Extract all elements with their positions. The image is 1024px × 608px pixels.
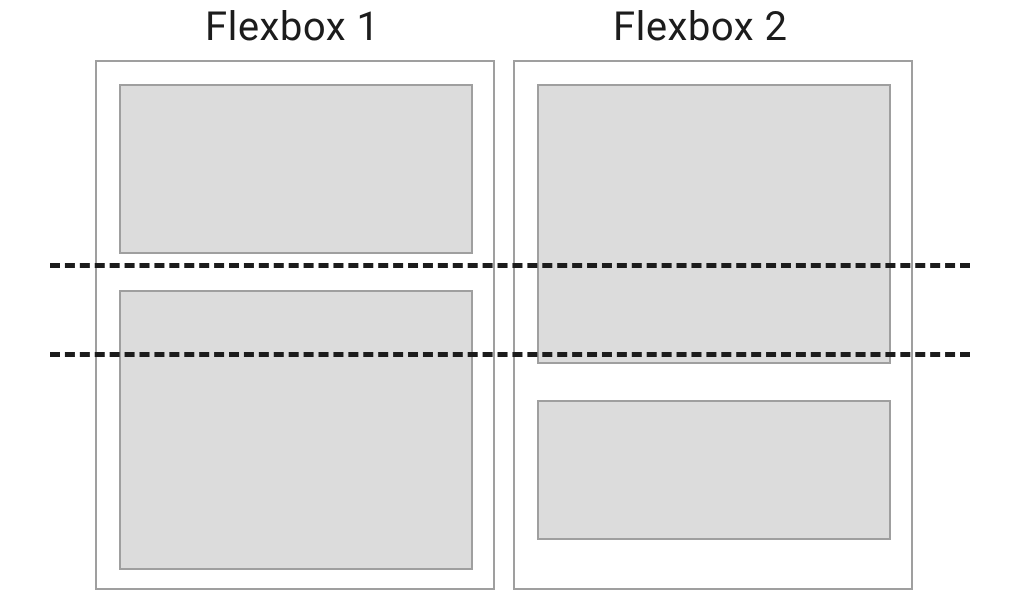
flexbox-2-title: Flexbox 2 bbox=[613, 3, 788, 50]
flexbox-2-item-top bbox=[537, 84, 891, 364]
flexbox-2-item-bottom bbox=[537, 400, 891, 540]
flexbox-1-container bbox=[95, 60, 495, 590]
flexbox-2-container bbox=[513, 60, 913, 590]
flexbox-comparison-diagram: Flexbox 1 Flexbox 2 bbox=[95, 8, 935, 593]
flexbox-1-item-top bbox=[119, 84, 473, 254]
flexbox-1-title: Flexbox 1 bbox=[205, 3, 380, 50]
alignment-guide-line-upper bbox=[50, 263, 970, 268]
flexbox-1-item-bottom bbox=[119, 290, 473, 570]
alignment-guide-line-lower bbox=[50, 352, 970, 357]
